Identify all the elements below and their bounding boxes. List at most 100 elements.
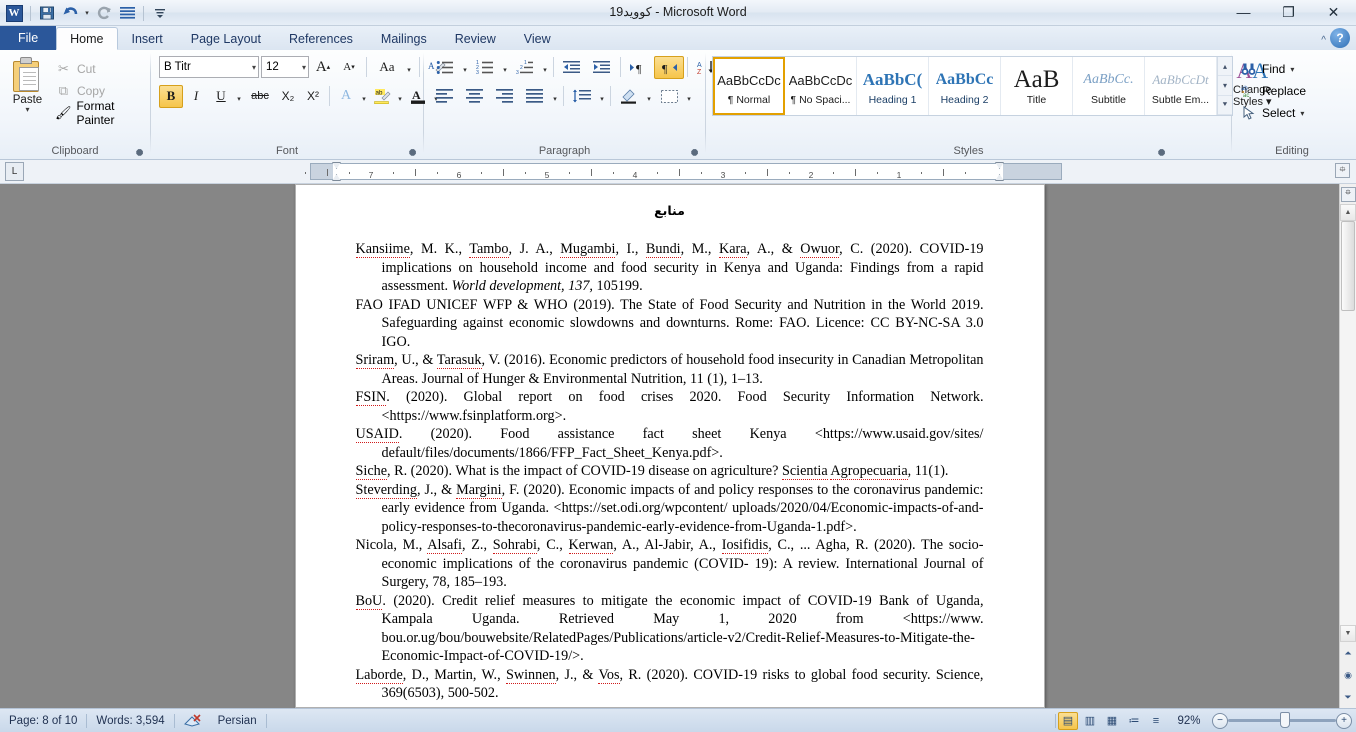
style-title[interactable]: AaB Title xyxy=(1001,57,1073,115)
tab-file[interactable]: File xyxy=(0,26,56,50)
style-heading-1[interactable]: AaBbC( Heading 1 xyxy=(857,57,929,115)
justify-button[interactable] xyxy=(520,85,550,108)
tab-selector-button[interactable]: L xyxy=(5,162,24,181)
zoom-out-button[interactable]: − xyxy=(1212,713,1228,729)
styles-dialog-launcher[interactable]: ⯃ xyxy=(1158,148,1169,159)
styles-scroll-up-icon[interactable]: ▴ xyxy=(1218,57,1232,76)
page-content[interactable]: منابع Kansiime, M. K., Tambo, J. A., Mug… xyxy=(296,185,1044,703)
shading-arrow[interactable]: ▾ xyxy=(644,85,654,108)
reference-entry[interactable]: Kansiime, M. K., Tambo, J. A., Mugambi, … xyxy=(356,240,984,296)
cut-button[interactable]: ✂ Cut xyxy=(51,58,146,80)
view-draft-button[interactable]: ≡ xyxy=(1146,712,1166,730)
minimize-button[interactable]: — xyxy=(1221,0,1266,24)
page-number-status[interactable]: Page: 8 of 10 xyxy=(0,711,86,731)
numbering-button[interactable]: 123 xyxy=(470,56,500,79)
select-arrow[interactable]: ▾ xyxy=(1300,109,1304,118)
tab-page-layout[interactable]: Page Layout xyxy=(177,27,275,50)
align-right-button[interactable] xyxy=(490,85,520,108)
document-page[interactable]: منابع Kansiime, M. K., Tambo, J. A., Mug… xyxy=(295,184,1045,708)
bold-button[interactable]: B xyxy=(159,85,183,108)
rtl-text-direction-button[interactable]: ¶ xyxy=(654,56,684,79)
zoom-level-label[interactable]: 92% xyxy=(1168,715,1210,727)
styles-more-icon[interactable]: ⯆ xyxy=(1218,96,1232,115)
line-spacing-arrow[interactable]: ▾ xyxy=(597,85,607,108)
collapse-ribbon-icon[interactable]: ^ xyxy=(1321,35,1326,46)
chevron-down-icon[interactable]: ▾ xyxy=(252,63,256,72)
borders-arrow[interactable]: ▾ xyxy=(684,85,694,108)
hanging-indent-marker[interactable] xyxy=(332,174,341,181)
language-status[interactable]: Persian xyxy=(209,711,266,731)
style-subtitle[interactable]: AaBbCc. Subtitle xyxy=(1073,57,1145,115)
styles-gallery-scrollbar[interactable]: ▴ ▾ ⯆ xyxy=(1217,57,1232,115)
restore-button[interactable]: ❐ xyxy=(1266,0,1311,24)
ruler-corner-box[interactable]: ⯐ xyxy=(1335,163,1350,178)
select-button[interactable]: Select ▾ xyxy=(1236,102,1310,124)
reference-entry[interactable]: Sriram, U., & Tarasuk, V. (2016). Econom… xyxy=(356,351,984,388)
word-count-status[interactable]: Words: 3,594 xyxy=(87,711,173,731)
superscript-button[interactable]: X² xyxy=(301,85,325,108)
scroll-up-button[interactable]: ▲ xyxy=(1340,204,1356,221)
bullets-arrow[interactable]: ▾ xyxy=(460,56,470,79)
font-size-combo[interactable]: 12 ▾ xyxy=(261,56,309,78)
subscript-button[interactable]: X₂ xyxy=(276,85,300,108)
proofing-errors-button[interactable] xyxy=(175,711,209,731)
clipboard-dialog-launcher[interactable]: ⯃ xyxy=(136,148,147,159)
tab-insert[interactable]: Insert xyxy=(118,27,177,50)
text-effects-arrow[interactable]: ▾ xyxy=(359,85,369,108)
reference-entry[interactable]: Siche, R. (2020). What is the impact of … xyxy=(356,462,984,481)
ruler-toggle-button[interactable]: ⯐ xyxy=(1340,184,1356,204)
reference-entry[interactable]: FSIN. (2020). Global report on food cris… xyxy=(356,388,984,425)
select-browse-object-button[interactable]: ◉ xyxy=(1340,664,1356,686)
style-subtle-emphasis[interactable]: AaBbCcDt Subtle Em... xyxy=(1145,57,1217,115)
multilevel-arrow[interactable]: ▾ xyxy=(540,56,550,79)
view-full-screen-reading-button[interactable]: ▥ xyxy=(1080,712,1100,730)
zoom-thumb[interactable] xyxy=(1280,712,1290,728)
tab-view[interactable]: View xyxy=(510,27,565,50)
numbering-arrow[interactable]: ▾ xyxy=(500,56,510,79)
grow-font-button[interactable]: A▴ xyxy=(311,56,335,79)
ltr-text-direction-button[interactable]: ¶ xyxy=(624,56,654,79)
next-page-button[interactable]: ⏷ xyxy=(1340,686,1356,708)
find-arrow[interactable]: ▾ xyxy=(1290,65,1294,74)
center-button[interactable] xyxy=(460,85,490,108)
tab-references[interactable]: References xyxy=(275,27,367,50)
first-line-indent-marker[interactable] xyxy=(332,162,341,169)
change-case-button[interactable]: Aa xyxy=(372,56,402,79)
styles-scroll-down-icon[interactable]: ▾ xyxy=(1218,76,1232,95)
tab-mailings[interactable]: Mailings xyxy=(367,27,441,50)
format-painter-button[interactable]: 🖌 Format Painter xyxy=(51,102,146,124)
text-effects-button[interactable]: A xyxy=(334,85,358,108)
style-no-spacing[interactable]: AaBbCcDc ¶ No Spaci... xyxy=(785,57,857,115)
help-icon[interactable]: ? xyxy=(1330,28,1350,48)
document-canvas[interactable]: منابع Kansiime, M. K., Tambo, J. A., Mug… xyxy=(0,184,1339,708)
reference-entry[interactable]: Nicola, M., Alsafi, Z., Sohrabi, C., Ker… xyxy=(356,536,984,592)
multilevel-list-button[interactable]: 123 xyxy=(510,56,540,79)
line-spacing-button[interactable] xyxy=(567,85,597,108)
chevron-down-icon[interactable]: ▾ xyxy=(302,63,306,72)
scroll-thumb[interactable] xyxy=(1341,221,1355,311)
paste-dropdown-arrow[interactable]: ▾ xyxy=(25,106,29,113)
underline-arrow[interactable]: ▾ xyxy=(234,85,244,108)
vertical-scrollbar[interactable]: ⯐ ▲ ▼ ⏶ ◉ ⏷ xyxy=(1339,184,1356,708)
reference-entry[interactable]: Laborde, D., Martin, W., Swinnen, J., & … xyxy=(356,666,984,703)
font-dialog-launcher[interactable]: ⯃ xyxy=(409,148,420,159)
reference-entry[interactable]: BoU. (2020). Credit relief measures to m… xyxy=(356,592,984,666)
view-web-layout-button[interactable]: ▦ xyxy=(1102,712,1122,730)
tab-home[interactable]: Home xyxy=(56,27,117,50)
close-button[interactable]: ✕ xyxy=(1311,0,1356,24)
align-left-button[interactable] xyxy=(430,85,460,108)
view-print-layout-button[interactable]: ▤ xyxy=(1058,712,1078,730)
tab-review[interactable]: Review xyxy=(441,27,510,50)
italic-button[interactable]: I xyxy=(184,85,208,108)
font-name-combo[interactable]: B Titr ▾ xyxy=(159,56,259,78)
shrink-font-button[interactable]: A▾ xyxy=(337,56,361,79)
reference-entry[interactable]: FAO IFAD UNICEF WFP & WHO (2019). The St… xyxy=(356,296,984,352)
highlight-button[interactable]: ab xyxy=(370,85,394,108)
underline-button[interactable]: U xyxy=(209,85,233,108)
reference-entry[interactable]: USAID. (2020). Food assistance fact shee… xyxy=(356,425,984,462)
replace-button[interactable]: abac Replace xyxy=(1236,80,1310,102)
scroll-track[interactable] xyxy=(1340,221,1356,625)
style-heading-2[interactable]: AaBbCc Heading 2 xyxy=(929,57,1001,115)
zoom-track[interactable] xyxy=(1228,719,1336,722)
previous-page-button[interactable]: ⏶ xyxy=(1340,642,1356,664)
